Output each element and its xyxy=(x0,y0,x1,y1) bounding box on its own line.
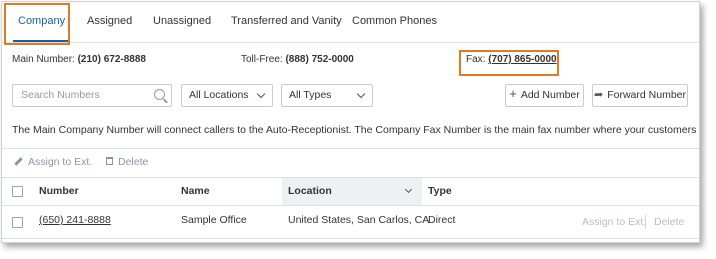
tab-assigned[interactable]: Assigned xyxy=(87,2,132,42)
tab-unassigned[interactable]: Unassigned xyxy=(153,2,211,42)
row-location: United States, San Carlos, CA xyxy=(288,214,430,226)
forward-number-label: Forward Number xyxy=(607,89,686,101)
select-all-checkbox[interactable] xyxy=(12,186,23,197)
row-checkbox[interactable] xyxy=(12,217,23,228)
tab-common-phones[interactable]: Common Phones xyxy=(352,2,437,42)
tab-unassigned-label: Unassigned xyxy=(153,15,212,27)
chevron-down-icon xyxy=(256,89,266,99)
types-select-value: All Types xyxy=(289,89,332,101)
search-icon xyxy=(154,89,165,100)
plus-icon: + xyxy=(509,86,517,101)
locations-select-value: All Locations xyxy=(189,89,249,101)
toll-free-value: (888) 752-0000 xyxy=(285,54,354,65)
tab-assigned-label: Assigned xyxy=(87,15,133,27)
delete-label: Delete xyxy=(118,156,149,168)
row-assign-to-ext-button[interactable]: Assign to Ext. xyxy=(582,216,646,228)
forward-number-button[interactable]: ➦ Forward Number xyxy=(592,84,688,107)
phone-numbers-panel: Company Assigned Unassigned Transferred … xyxy=(1,1,700,243)
add-number-label: Add Number xyxy=(520,89,580,101)
row-number-link[interactable]: (650) 241-8888 xyxy=(39,214,111,226)
row-name: Sample Office xyxy=(181,214,247,226)
main-number-label: Main Number: xyxy=(12,54,75,65)
header-name[interactable]: Name xyxy=(181,178,210,205)
pencil-icon xyxy=(14,156,23,166)
chevron-down-icon xyxy=(356,89,366,99)
header-location[interactable]: Location xyxy=(288,178,332,205)
toll-free-number: Toll-Free: (888) 752-0000 xyxy=(241,54,354,65)
header-type[interactable]: Type xyxy=(428,178,452,205)
main-number: Main Number: (210) 672-8888 xyxy=(12,54,146,65)
row-type: Direct xyxy=(428,214,456,226)
tab-transferred-and-vanity[interactable]: Transferred and Vanity xyxy=(231,2,342,42)
toll-free-label: Toll-Free: xyxy=(241,54,283,65)
row-action-separator xyxy=(645,215,646,229)
row-number[interactable]: (650) 241-8888 xyxy=(39,214,111,226)
row-delete-button[interactable]: Delete xyxy=(654,216,684,228)
tab-common-phones-label: Common Phones xyxy=(352,15,437,27)
tab-transferred-label: Transferred and Vanity xyxy=(231,15,342,27)
header-number[interactable]: Number xyxy=(39,178,79,205)
forward-icon: ➦ xyxy=(594,89,604,101)
divider xyxy=(2,148,699,149)
table-header: Number Name Location Type xyxy=(2,177,699,206)
main-number-value: (210) 672-8888 xyxy=(77,54,146,65)
tab-bar: Company Assigned Unassigned Transferred … xyxy=(2,2,699,43)
company-tab-highlight xyxy=(4,3,70,45)
description-text: The Main Company Number will connect cal… xyxy=(12,124,700,136)
trash-icon xyxy=(106,157,113,166)
assign-to-ext-label: Assign to Ext. xyxy=(28,156,93,168)
assign-to-ext-button[interactable]: Assign to Ext. xyxy=(14,156,92,168)
row-divider xyxy=(2,238,699,239)
add-number-button[interactable]: + Add Number xyxy=(505,84,584,107)
fax-highlight xyxy=(459,50,559,76)
search-placeholder: Search Numbers xyxy=(21,89,100,101)
types-select[interactable]: All Types xyxy=(281,84,373,107)
search-input[interactable]: Search Numbers xyxy=(12,84,172,107)
locations-select[interactable]: All Locations xyxy=(181,84,273,107)
delete-button[interactable]: Delete xyxy=(106,156,148,168)
